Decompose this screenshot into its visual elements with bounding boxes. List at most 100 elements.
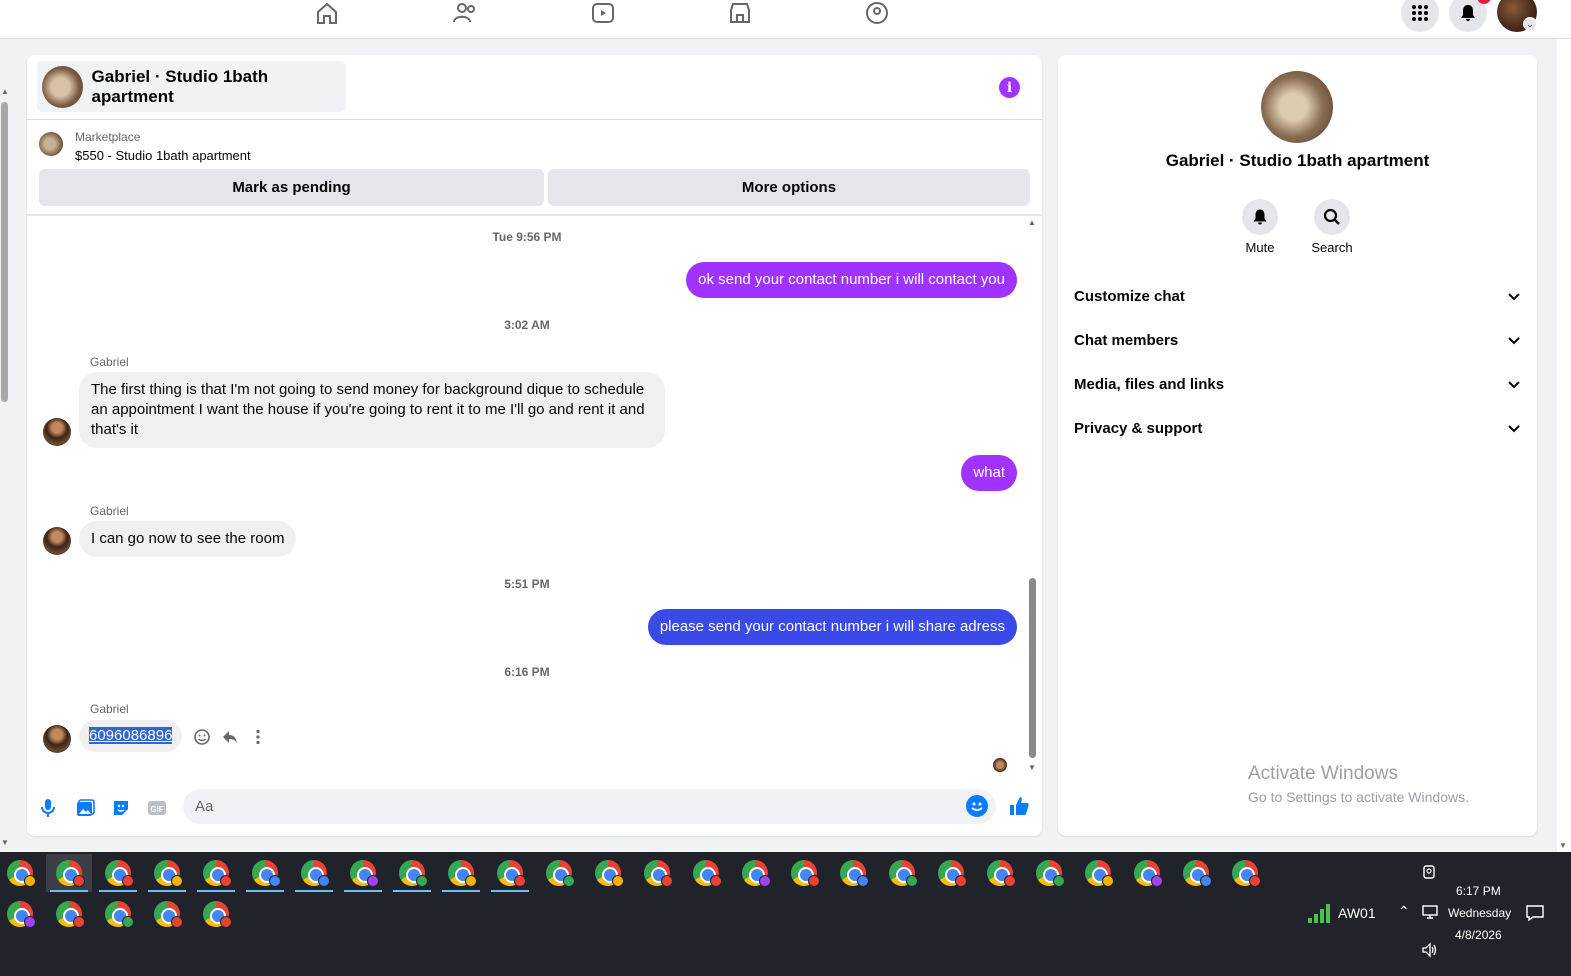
taskbar-chrome-window[interactable] bbox=[389, 854, 435, 892]
taskbar-chrome-window[interactable] bbox=[977, 854, 1023, 892]
volume-icon[interactable] bbox=[1421, 942, 1439, 961]
page-scrollbar[interactable]: ▲ ▼ bbox=[0, 87, 10, 847]
menu-grid-icon[interactable] bbox=[1401, 0, 1439, 32]
outgoing-message[interactable]: ok send your contact number i will conta… bbox=[686, 262, 1017, 298]
bell-icon[interactable] bbox=[1242, 199, 1278, 235]
search-button[interactable]: Search bbox=[1302, 199, 1362, 255]
groups-icon[interactable] bbox=[862, 0, 892, 28]
message-input[interactable]: Aa bbox=[183, 789, 996, 824]
taskbar-chrome-window[interactable] bbox=[46, 895, 92, 933]
meet-now-icon[interactable] bbox=[1421, 863, 1437, 884]
sender-avatar[interactable] bbox=[43, 725, 71, 753]
outgoing-message[interactable]: please send your contact number i will s… bbox=[647, 609, 1017, 645]
taskbar-chrome-window[interactable] bbox=[193, 854, 239, 892]
mark-as-pending-button[interactable]: Mark as pending bbox=[39, 169, 544, 206]
section-privacy-support[interactable]: Privacy & support bbox=[1074, 408, 1521, 448]
listing-thumbnail[interactable] bbox=[39, 132, 63, 156]
taskbar-chrome-window[interactable] bbox=[144, 895, 190, 933]
taskbar-chrome-window[interactable] bbox=[340, 854, 386, 892]
outgoing-message[interactable]: what bbox=[961, 455, 1017, 491]
info-icon[interactable]: i bbox=[999, 77, 1020, 98]
taskbar-chrome-window[interactable] bbox=[95, 854, 141, 892]
conversation-title-button[interactable]: Gabriel · Studio 1bath apartment bbox=[37, 61, 346, 112]
notifications-icon[interactable] bbox=[1449, 0, 1491, 32]
scroll-down-icon[interactable]: ▼ bbox=[1028, 763, 1036, 772]
gif-icon[interactable]: GIF bbox=[146, 797, 168, 819]
taskbar-chrome-window[interactable] bbox=[928, 854, 974, 892]
scrollbar-thumb[interactable] bbox=[1029, 578, 1036, 758]
scroll-up-icon[interactable]: ▲ bbox=[1, 87, 9, 96]
taskbar-chrome-window[interactable] bbox=[193, 895, 239, 933]
message-timestamp: 3:02 AM bbox=[504, 318, 550, 332]
clock-time[interactable]: 6:17 PM bbox=[1456, 884, 1501, 898]
mute-button[interactable]: Mute bbox=[1230, 199, 1290, 255]
emoji-icon[interactable] bbox=[966, 795, 988, 817]
like-icon[interactable] bbox=[1008, 795, 1030, 817]
incoming-message[interactable]: 6096086896 bbox=[79, 720, 183, 752]
chat-scrollbar[interactable]: ▲ ▼ bbox=[1028, 218, 1038, 773]
taskbar-chrome-window[interactable] bbox=[879, 854, 925, 892]
clock-date[interactable]: 4/8/2026 bbox=[1455, 928, 1502, 942]
sticker-icon[interactable] bbox=[110, 797, 132, 819]
taskbar-chrome-window[interactable] bbox=[1222, 854, 1268, 892]
reply-icon[interactable] bbox=[220, 727, 240, 747]
taskbar-chrome-window[interactable] bbox=[291, 854, 337, 892]
taskbar-chrome-window[interactable] bbox=[0, 854, 43, 892]
display-icon[interactable] bbox=[1421, 904, 1439, 923]
show-hidden-icons-icon[interactable]: ⌃ bbox=[1398, 903, 1410, 920]
taskbar-chrome-window[interactable] bbox=[585, 854, 631, 892]
taskbar-chrome-window[interactable] bbox=[1124, 854, 1170, 892]
section-chat-members[interactable]: Chat members bbox=[1074, 320, 1521, 360]
chevron-down-icon[interactable]: ⌄ bbox=[1523, 17, 1537, 31]
chevron-down-icon bbox=[1508, 425, 1520, 433]
friends-icon[interactable] bbox=[450, 0, 480, 28]
network-signal-icon[interactable] bbox=[1306, 902, 1332, 927]
taskbar-chrome-window[interactable] bbox=[46, 854, 92, 892]
taskbar-chrome-window[interactable] bbox=[683, 854, 729, 892]
action-center-icon[interactable] bbox=[1525, 904, 1545, 925]
scroll-up-icon[interactable]: ▲ bbox=[1028, 218, 1036, 227]
conversation-info-panel: Gabriel · Studio 1bath apartment Mute Se… bbox=[1058, 55, 1537, 836]
window-scrollbar[interactable]: ▼ bbox=[1557, 39, 1571, 852]
taskbar-chrome-window[interactable] bbox=[1173, 854, 1219, 892]
incoming-message[interactable]: I can go now to see the room bbox=[79, 521, 297, 557]
section-customize-chat[interactable]: Customize chat bbox=[1074, 276, 1521, 316]
sender-avatar[interactable] bbox=[43, 527, 71, 555]
more-actions-icon[interactable] bbox=[248, 727, 268, 747]
network-name[interactable]: AW01 bbox=[1338, 905, 1376, 921]
video-icon[interactable] bbox=[588, 0, 618, 28]
taskbar-chrome-window[interactable] bbox=[781, 854, 827, 892]
marketplace-icon[interactable] bbox=[725, 0, 755, 28]
taskbar-chrome-window[interactable] bbox=[830, 854, 876, 892]
taskbar-chrome-window[interactable] bbox=[438, 854, 484, 892]
running-indicator bbox=[99, 890, 137, 892]
clock-day[interactable]: Wednesday bbox=[1448, 906, 1511, 920]
photo-icon[interactable] bbox=[74, 797, 96, 819]
taskbar-chrome-window[interactable] bbox=[634, 854, 680, 892]
sender-avatar[interactable] bbox=[43, 418, 71, 446]
selected-phone-number[interactable]: 6096086896 bbox=[89, 727, 173, 744]
listing-title[interactable]: $550 - Studio 1bath apartment bbox=[75, 148, 251, 163]
taskbar-chrome-window[interactable] bbox=[1075, 854, 1121, 892]
taskbar-chrome-window[interactable] bbox=[487, 854, 533, 892]
react-icon[interactable] bbox=[192, 727, 212, 747]
taskbar-chrome-window[interactable] bbox=[0, 895, 43, 933]
scroll-down-icon[interactable]: ▼ bbox=[1, 838, 9, 847]
incoming-message[interactable]: The first thing is that I'm not going to… bbox=[79, 372, 665, 448]
taskbar-chrome-window[interactable] bbox=[732, 854, 778, 892]
taskbar-chrome-window[interactable] bbox=[242, 854, 288, 892]
message-timestamp: 5:51 PM bbox=[504, 577, 550, 591]
more-options-button[interactable]: More options bbox=[548, 169, 1030, 206]
section-media-files-links[interactable]: Media, files and links bbox=[1074, 364, 1521, 404]
home-icon[interactable] bbox=[312, 0, 342, 28]
profile-badge-icon bbox=[171, 875, 183, 887]
taskbar-chrome-window[interactable] bbox=[95, 895, 141, 933]
taskbar-chrome-window[interactable] bbox=[1026, 854, 1072, 892]
search-icon[interactable] bbox=[1314, 199, 1350, 235]
conversation-avatar-large[interactable] bbox=[1261, 71, 1333, 143]
taskbar-chrome-window[interactable] bbox=[144, 854, 190, 892]
microphone-icon[interactable] bbox=[37, 797, 59, 819]
scrollbar-thumb[interactable] bbox=[1, 102, 8, 402]
taskbar-chrome-window[interactable] bbox=[536, 854, 582, 892]
scroll-down-icon[interactable]: ▼ bbox=[1559, 841, 1567, 850]
